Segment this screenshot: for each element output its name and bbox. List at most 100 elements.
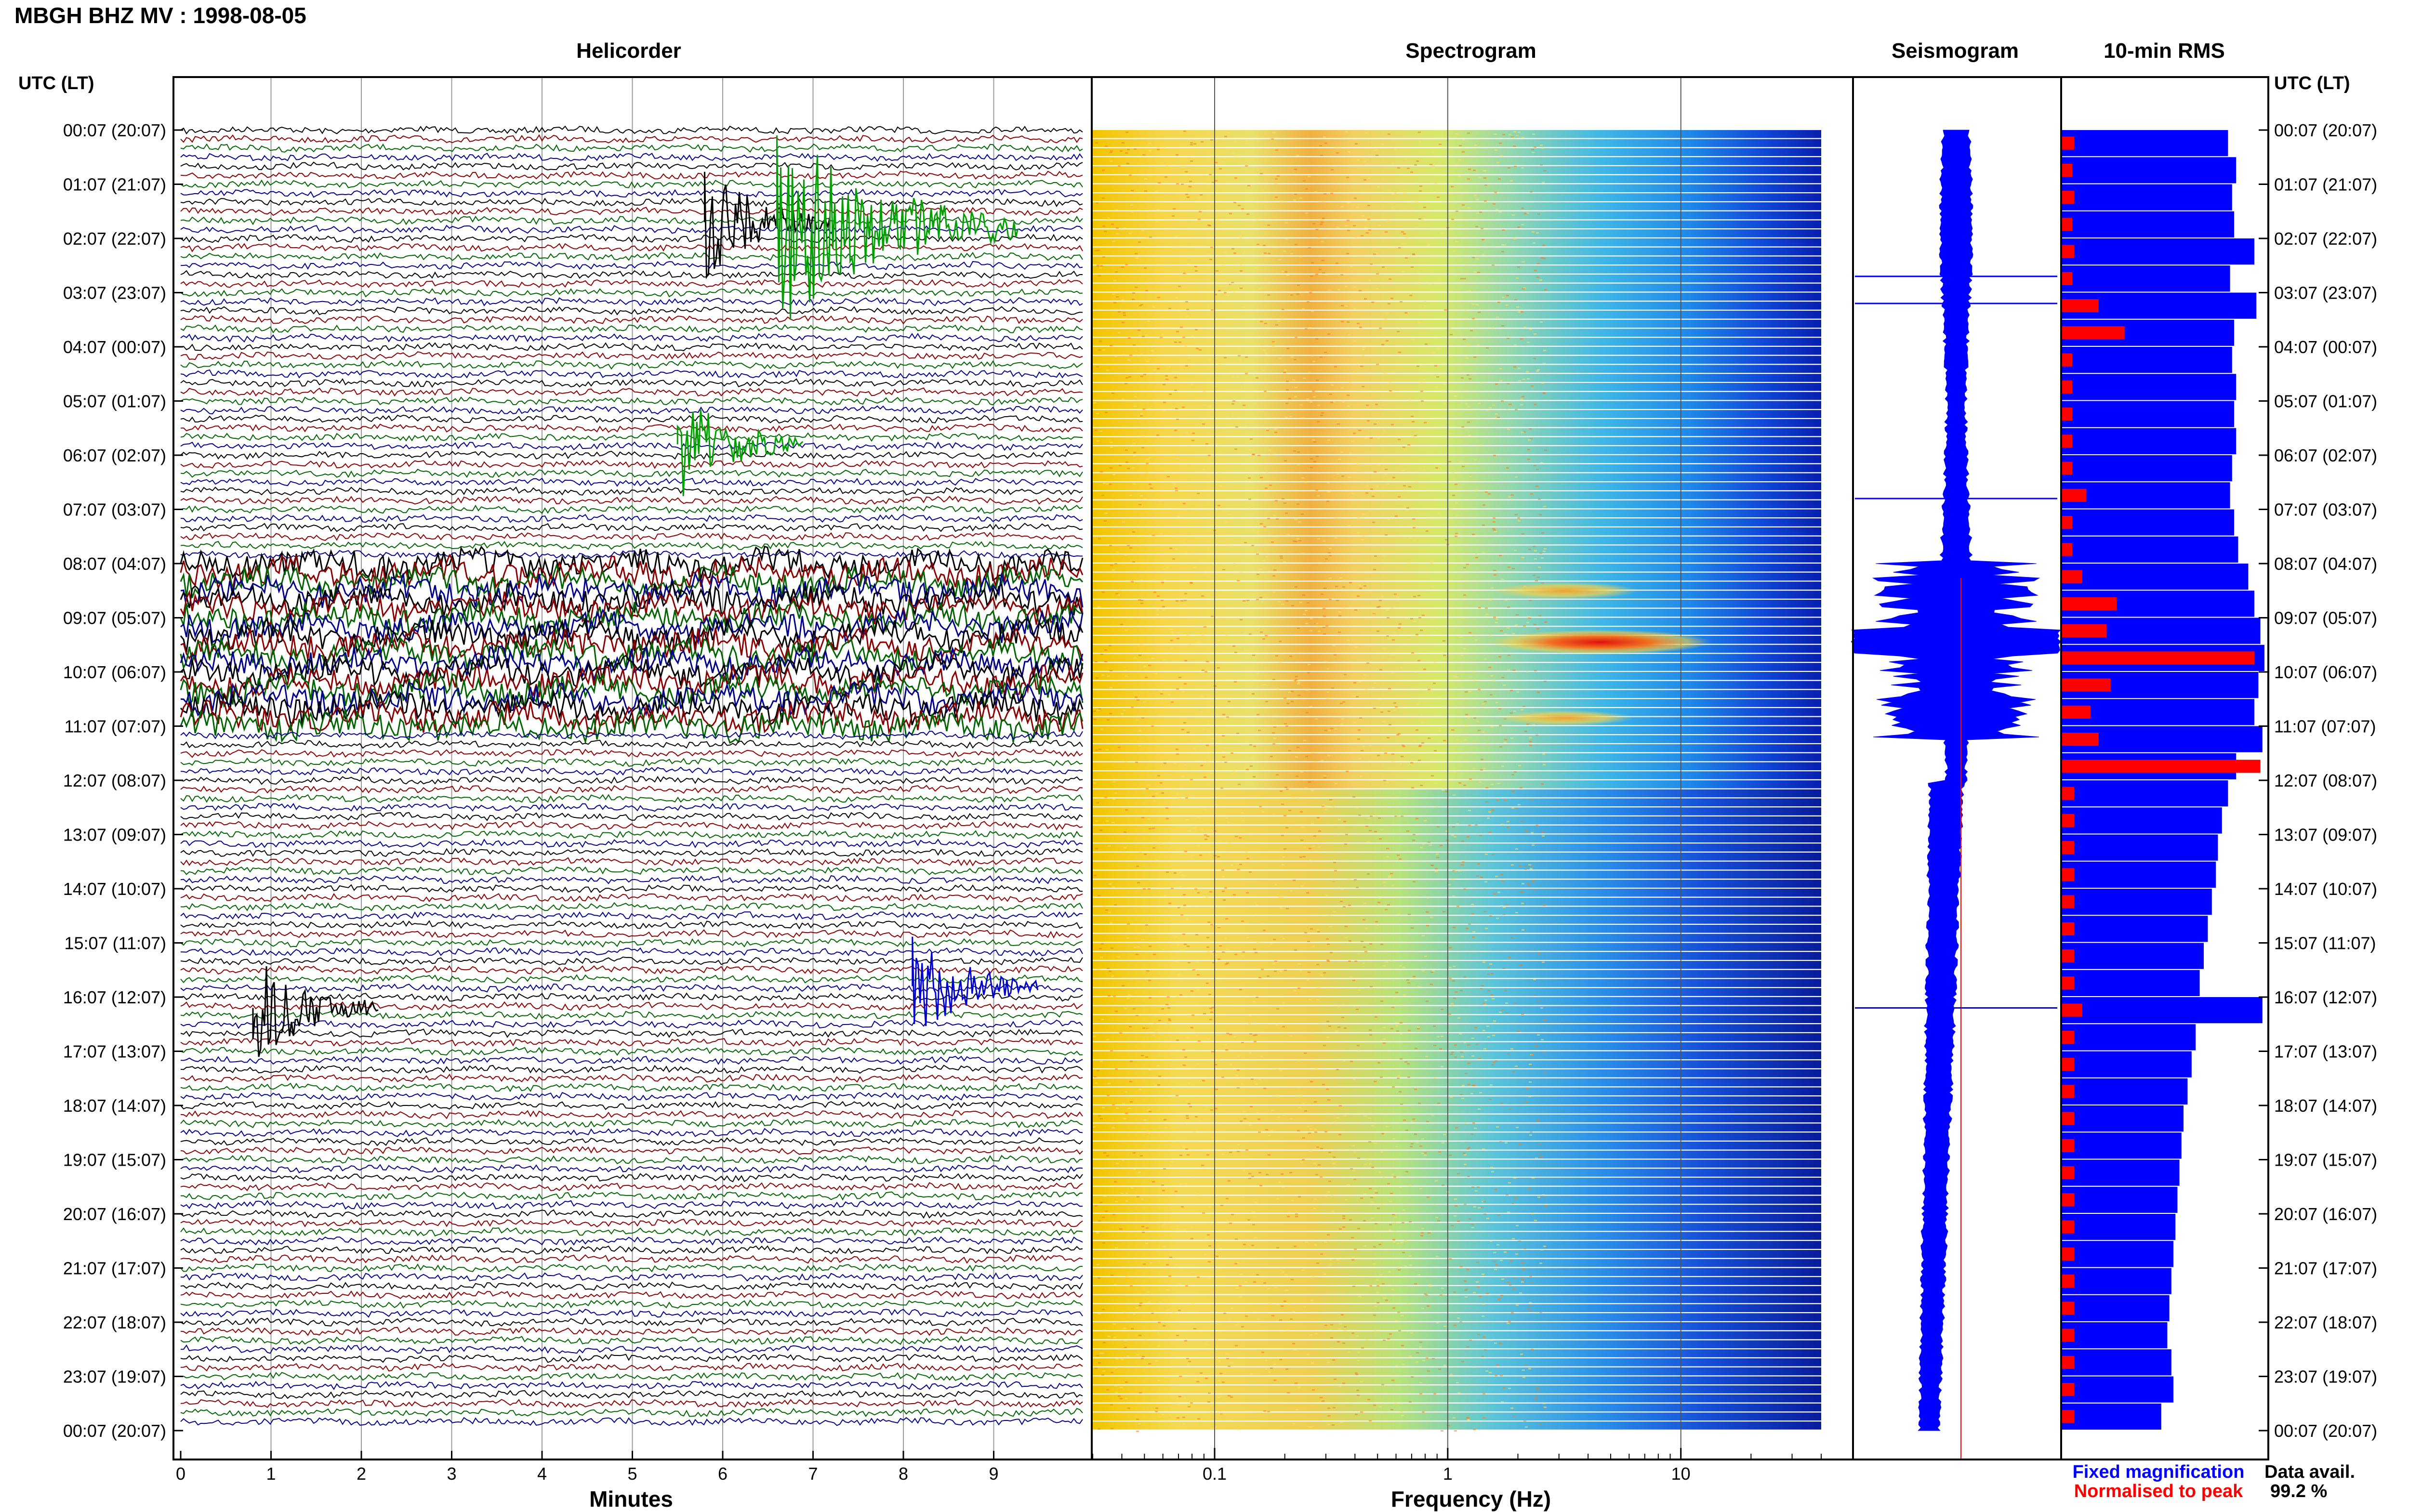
spectrogram-speckle xyxy=(1454,870,1457,871)
spectrogram-speckle xyxy=(1395,149,1398,150)
spectrogram-speckle xyxy=(1498,178,1501,180)
spectrogram-speckle xyxy=(1512,568,1515,569)
spectrogram-speckle xyxy=(1175,548,1178,550)
helicorder-trace-line xyxy=(180,523,1083,532)
spectrogram-speckle xyxy=(1454,836,1456,838)
spectrogram-speckle xyxy=(1358,584,1361,586)
spectrogram-speckle xyxy=(1188,1406,1191,1407)
spectrogram-speckle xyxy=(1409,538,1412,539)
rms-bar-normalised xyxy=(2062,299,2099,313)
spectrogram-speckle xyxy=(1457,1221,1460,1222)
spectrogram-row xyxy=(1093,925,1821,933)
spectrogram-speckle xyxy=(1246,892,1249,894)
rms-bar-fixed xyxy=(2062,997,2263,1024)
spectrogram-speckle xyxy=(1316,999,1319,1000)
helicorder-trace-line xyxy=(180,1336,1083,1345)
spectrogram-speckle xyxy=(1322,1084,1325,1085)
spectrogram-speckle xyxy=(1300,1094,1303,1096)
spectrogram-speckle xyxy=(1517,626,1520,627)
spectrogram-speckle xyxy=(1385,469,1388,470)
spectrogram-speckle xyxy=(1289,1035,1292,1037)
spectrogram-speckle xyxy=(1412,253,1415,255)
spectrogram-speckle xyxy=(1262,369,1265,371)
spectrogram-speckle xyxy=(1409,1221,1412,1223)
spectrogram-speckle xyxy=(1494,531,1497,532)
spectrogram-speckle xyxy=(1521,224,1524,225)
spectrogram-speckle xyxy=(1337,1117,1339,1118)
rms-bar-normalised xyxy=(2062,1275,2075,1288)
spectrogram-row xyxy=(1093,238,1821,247)
rms-bar-normalised xyxy=(2062,760,2261,773)
spectrogram-speckle xyxy=(1095,820,1098,822)
spectrogram-speckle xyxy=(1279,1070,1282,1071)
spectrogram-speckle xyxy=(1286,348,1289,349)
spectrogram-speckle xyxy=(1195,934,1198,935)
helicorder-trace-line xyxy=(180,1417,1083,1426)
spectrogram-speckle xyxy=(1310,458,1313,460)
spectrogram-speckle xyxy=(1499,725,1502,726)
spectrogram-speckle xyxy=(1543,551,1546,552)
spectrogram-speckle xyxy=(1121,1359,1124,1360)
spectrogram-speckle xyxy=(1379,1274,1382,1275)
spectrogram-speckle xyxy=(1321,219,1324,221)
rms-bar-fixed xyxy=(2062,1214,2176,1240)
spectrogram-speckle xyxy=(1159,690,1162,692)
spectrogram-speckle xyxy=(1459,461,1462,462)
spectrogram-speckle xyxy=(1231,248,1234,250)
spectrogram-speckle xyxy=(1475,1190,1478,1192)
spectrogram-speckle xyxy=(1279,1359,1282,1360)
spectrogram-speckle xyxy=(1198,642,1201,644)
spectrogram-speckle xyxy=(1312,391,1315,392)
spectrogram-speckle xyxy=(1206,723,1209,725)
spectrogram-speckle xyxy=(1297,293,1299,295)
spectrogram-speckle xyxy=(1339,1323,1342,1325)
spectrogram-speckle xyxy=(1131,581,1134,582)
spectrogram-speckle xyxy=(1218,364,1221,366)
spectrogram-speckle xyxy=(1483,170,1486,171)
spectrogram-speckle xyxy=(1474,271,1477,273)
spectrogram-speckle xyxy=(1397,855,1400,856)
spectrogram-speckle xyxy=(1379,838,1382,840)
spectrogram-speckle xyxy=(1257,1318,1260,1320)
spectrogram-speckle xyxy=(1327,1099,1330,1101)
spectrogram-speckle xyxy=(1395,1022,1398,1023)
spectrogram-speckle xyxy=(1323,540,1325,542)
spectrogram-speckle xyxy=(1295,541,1297,542)
spectrogram-speckle xyxy=(1436,348,1439,349)
spectrogram-speckle xyxy=(1305,188,1308,190)
spectrogram-row xyxy=(1093,428,1821,436)
spectrogram-speckle xyxy=(1177,311,1180,312)
spectrogram-speckle xyxy=(1356,887,1359,888)
spectrogram-speckle xyxy=(1097,1264,1099,1265)
spectrogram-speckle xyxy=(1338,762,1341,763)
spectrogram-speckle xyxy=(1403,233,1406,235)
spectrogram-speckle xyxy=(1118,311,1121,313)
spectrogram-speckle xyxy=(1408,914,1411,915)
time-label-right: 16:07 (12:07) xyxy=(2274,987,2377,1007)
spectrogram-speckle xyxy=(1326,500,1329,502)
spectrogram-speckle xyxy=(1097,797,1100,799)
spectrogram-speckle xyxy=(1512,214,1515,216)
spectrogram-speckle xyxy=(1145,290,1148,291)
spectrogram-row xyxy=(1093,1232,1821,1240)
spectrogram-speckle xyxy=(1481,985,1484,986)
spectrogram-speckle xyxy=(1392,1307,1395,1309)
spectrogram-row xyxy=(1093,880,1821,888)
spectrogram-speckle xyxy=(1534,146,1536,148)
spectrogram-speckle xyxy=(1496,918,1499,919)
spectrogram-speckle xyxy=(1130,1061,1133,1062)
spectrogram-speckle xyxy=(1363,674,1366,675)
spectrogram-speckle xyxy=(1373,612,1376,614)
spectrogram-speckle xyxy=(1295,756,1298,758)
spectrogram-speckle xyxy=(1531,1213,1534,1214)
spectrogram-speckle xyxy=(1492,405,1495,406)
spectrogram-speckle xyxy=(1284,970,1287,971)
spectrogram-speckle xyxy=(1514,550,1517,551)
spectrogram-speckle xyxy=(1381,1384,1384,1385)
spectrogram-speckle xyxy=(1400,1058,1403,1060)
spectrogram-speckle xyxy=(1129,174,1132,176)
helicorder-trace-line xyxy=(180,965,1083,975)
spectrogram-speckle xyxy=(1485,787,1488,789)
helicorder-trace-line xyxy=(180,1327,1083,1336)
spectrogram-speckle xyxy=(1228,1366,1231,1367)
